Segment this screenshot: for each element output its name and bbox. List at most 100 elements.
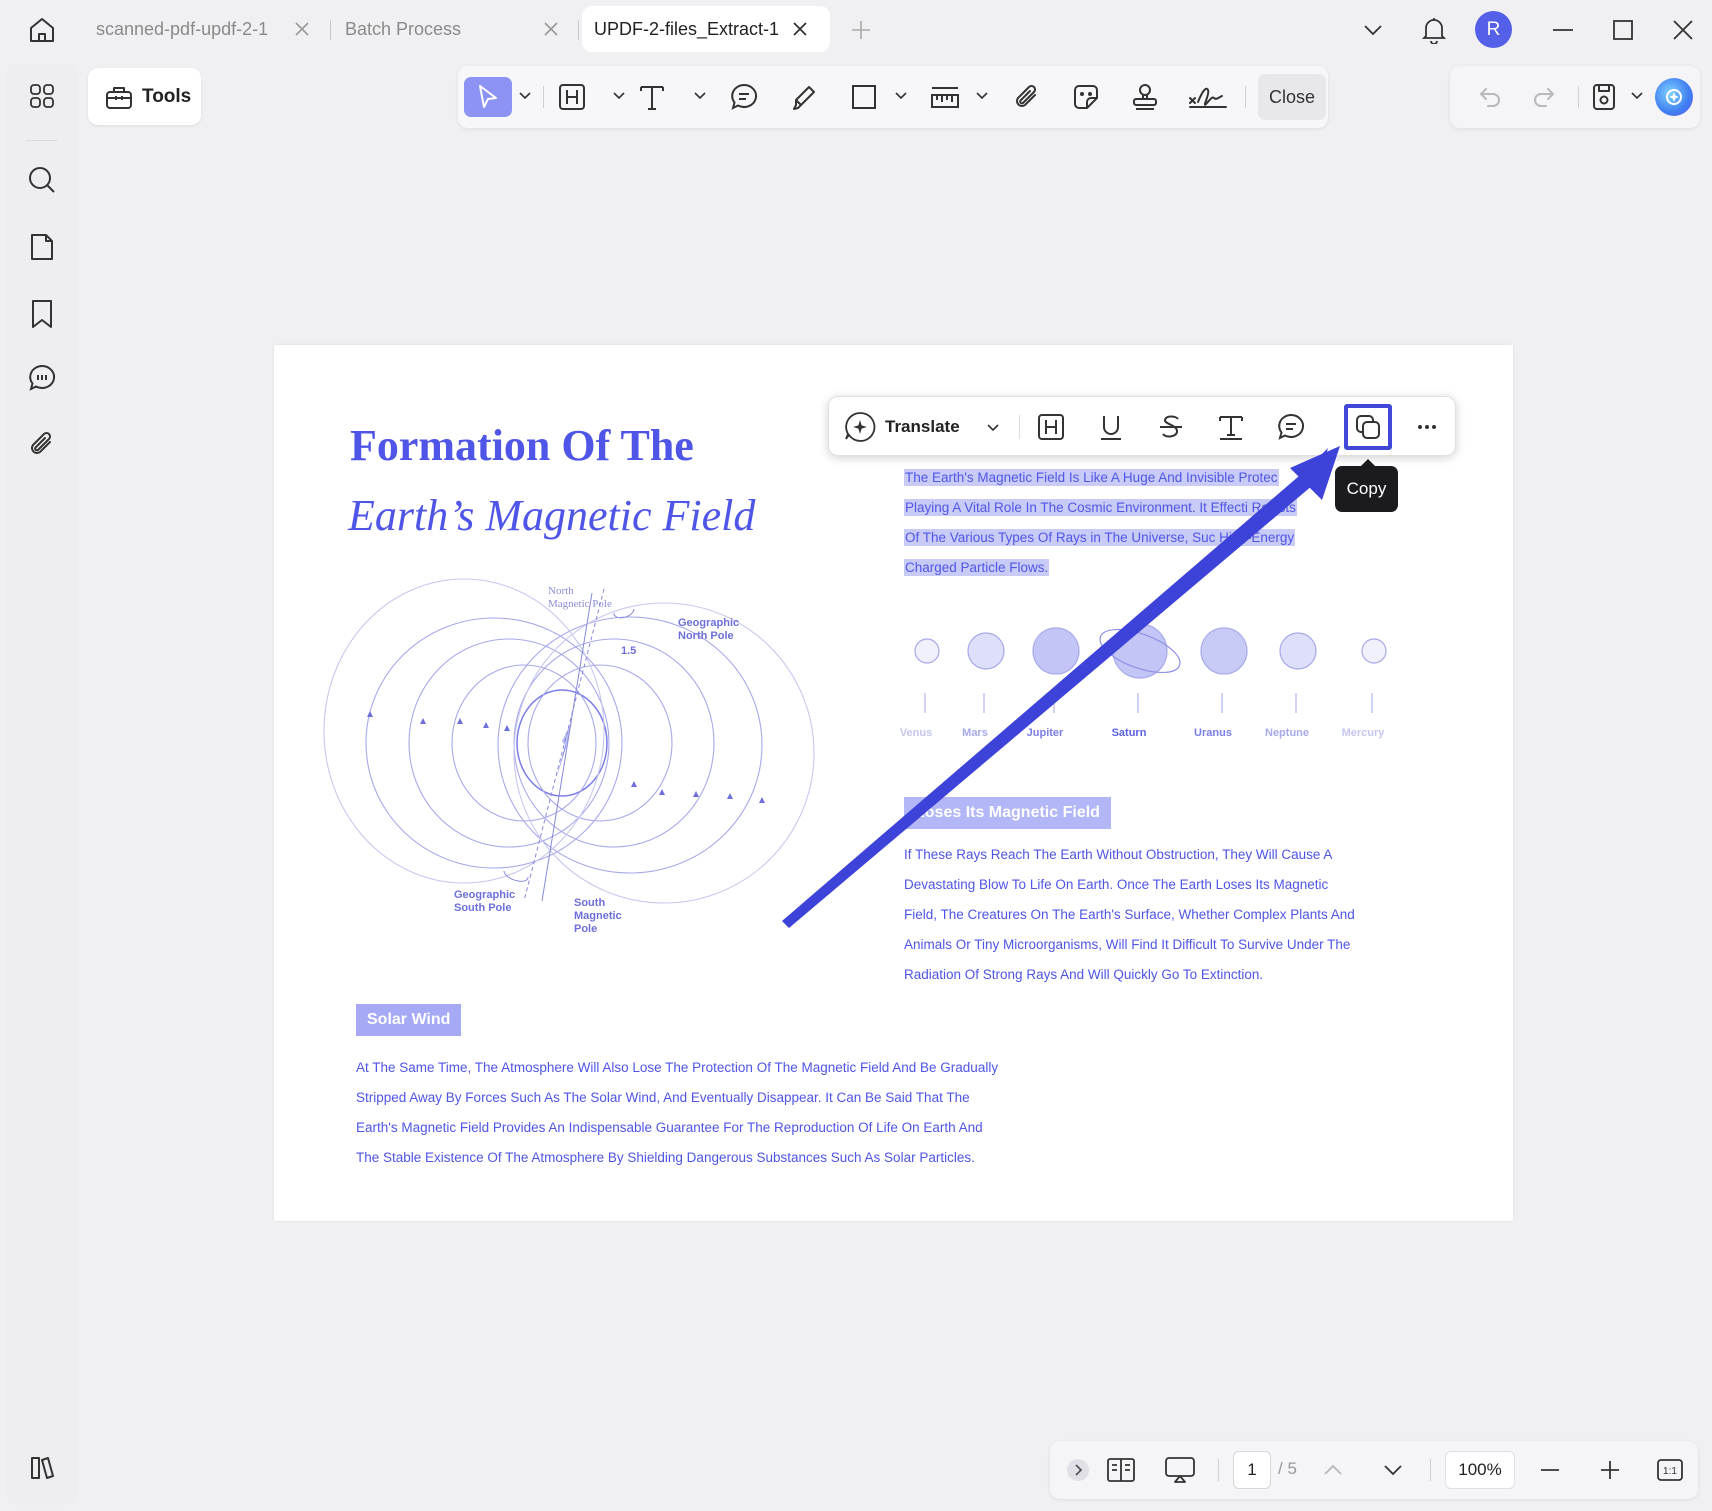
maximize-icon[interactable] (1605, 12, 1641, 48)
tab-scanned-pdf[interactable]: scanned-pdf-updf-2-1 (84, 6, 324, 52)
text-tool-button[interactable] (632, 77, 672, 117)
toolbar-separator (1245, 86, 1246, 108)
selected-text-line: Playing A Vital Role In The Cosmic Envir… (904, 499, 1297, 516)
tab-label: Batch Process (345, 18, 462, 39)
highlight-icon[interactable] (1033, 409, 1069, 445)
geographic-north-pole-label: Geographic North Pole (678, 617, 740, 642)
signature-tool-button[interactable] (1186, 77, 1230, 117)
chevron-down-icon[interactable] (612, 88, 626, 102)
planet-label-uranus: Uranus (1194, 727, 1232, 739)
chevron-down-icon[interactable] (975, 88, 989, 102)
chevron-down-icon[interactable] (986, 420, 1000, 434)
south-magnetic-pole-label: South Magnetic Pole (574, 897, 622, 935)
total-pages-label: / 5 (1278, 1459, 1297, 1478)
document-title-line-1: Formation Of The (350, 421, 694, 470)
geographic-south-pole-label: Geographic South Pole (454, 889, 516, 914)
measure-tool-button[interactable] (925, 77, 965, 117)
svg-text:1:1: 1:1 (1663, 1466, 1677, 1477)
north-magnetic-pole-label: North Magnetic Pole (548, 585, 612, 610)
loses-field-paragraph: If These Rays Reach The Earth Without Ob… (904, 840, 1355, 990)
tools-button[interactable]: Tools (88, 68, 201, 125)
comments-icon[interactable] (24, 360, 60, 396)
current-page-input[interactable]: 1 (1233, 1451, 1271, 1489)
strikethrough-icon[interactable] (1153, 409, 1189, 445)
chevron-down-icon[interactable] (518, 88, 532, 102)
previous-page-icon[interactable] (1315, 1452, 1351, 1488)
planet-label-neptune: Neptune (1265, 727, 1309, 739)
close-icon[interactable] (790, 19, 810, 39)
solar-wind-paragraph: At The Same Time, The Atmosphere Will Al… (356, 1053, 998, 1173)
toolbar-separator (1218, 1459, 1219, 1481)
tab-batch-process[interactable]: Batch Process (333, 6, 573, 52)
copy-icon (1354, 413, 1382, 441)
tab-label: scanned-pdf-updf-2-1 (96, 18, 269, 39)
close-icon[interactable] (541, 19, 561, 39)
planet-label-mercury: Mercury (1341, 727, 1385, 739)
comment-tool-button[interactable] (724, 77, 764, 117)
tab-separator (330, 20, 331, 40)
select-tool-button[interactable] (464, 77, 512, 117)
save-icon[interactable] (1584, 77, 1624, 117)
chevron-down-icon[interactable] (693, 88, 707, 102)
toolbox-icon (104, 83, 134, 111)
window-close-icon[interactable] (1665, 12, 1701, 48)
planet-label-saturn: Saturn (1111, 727, 1147, 739)
paragraph-line: The Stable Existence Of The Atmosphere B… (356, 1150, 975, 1165)
selected-text-line: Charged Particle Flows. (904, 559, 1050, 576)
chevron-down-icon[interactable] (894, 88, 908, 102)
pencil-tool-button[interactable] (784, 77, 824, 117)
minimize-icon[interactable] (1545, 12, 1581, 48)
sidebar-divider (26, 140, 58, 141)
text-annotation-icon[interactable] (1213, 409, 1249, 445)
search-icon[interactable] (24, 162, 60, 198)
apps-grid-icon[interactable] (24, 78, 60, 114)
planets-illustration (892, 620, 1412, 740)
toolbar-separator (1019, 415, 1020, 439)
zoom-in-icon[interactable] (1592, 1452, 1628, 1488)
attach-tool-button[interactable] (1007, 77, 1047, 117)
planet-label-mars: Mars (962, 727, 988, 739)
toolbar-separator (543, 86, 544, 108)
attachment-icon[interactable] (24, 426, 60, 462)
presentation-icon[interactable] (1162, 1452, 1198, 1488)
home-icon[interactable] (22, 12, 62, 48)
actual-size-button[interactable]: 1:1 (1652, 1452, 1688, 1488)
sticker-tool-button[interactable] (1066, 77, 1106, 117)
translate-label: Translate (885, 417, 960, 436)
chevron-down-icon[interactable] (1355, 12, 1391, 48)
toolbar-separator (1430, 1459, 1431, 1481)
close-toolbar-button[interactable]: Close (1258, 74, 1326, 120)
page-thumbnail-icon[interactable] (24, 229, 60, 265)
panel-layers-icon[interactable] (24, 1450, 60, 1486)
ai-assistant-icon[interactable] (1655, 78, 1693, 116)
close-icon[interactable] (292, 19, 312, 39)
highlight-tool-button[interactable] (552, 77, 592, 117)
angle-label: 1.5 (621, 645, 637, 657)
zoom-out-icon[interactable] (1532, 1452, 1568, 1488)
redo-icon[interactable] (1524, 77, 1564, 117)
paragraph-line: Field, The Creatures On The Earth's Surf… (904, 907, 1355, 922)
avatar[interactable]: R (1475, 11, 1512, 48)
translate-button[interactable]: Translate (843, 407, 1000, 447)
tab-updf-extract[interactable]: UPDF-2-files_Extract-1 (582, 6, 830, 52)
magnetic-field-diagram (314, 571, 834, 911)
page-layout-icon[interactable] (1103, 1452, 1139, 1488)
zoom-level-input[interactable]: 100% (1445, 1451, 1515, 1489)
stamp-tool-button[interactable] (1125, 77, 1165, 117)
undo-icon[interactable] (1470, 77, 1510, 117)
underline-icon[interactable] (1093, 409, 1129, 445)
bell-icon[interactable] (1416, 12, 1452, 48)
next-page-icon[interactable] (1375, 1452, 1411, 1488)
selected-text-paragraph[interactable]: The Earth's Magnetic Field Is Like A Hug… (904, 463, 1374, 583)
expand-panel-icon[interactable] (1060, 1452, 1096, 1488)
copy-button[interactable] (1344, 404, 1392, 450)
paragraph-line: Devastating Blow To Life On Earth. Once … (904, 877, 1329, 892)
chevron-down-icon[interactable] (1630, 88, 1644, 102)
comment-icon[interactable] (1273, 409, 1309, 445)
history-save-toolbar (1450, 66, 1700, 128)
bookmark-icon[interactable] (24, 296, 60, 332)
new-tab-plus-icon[interactable] (843, 12, 879, 48)
shape-tool-button[interactable] (844, 77, 884, 117)
selected-text-line: The Earth's Magnetic Field Is Like A Hug… (904, 469, 1279, 486)
more-options-icon[interactable] (1409, 409, 1445, 445)
